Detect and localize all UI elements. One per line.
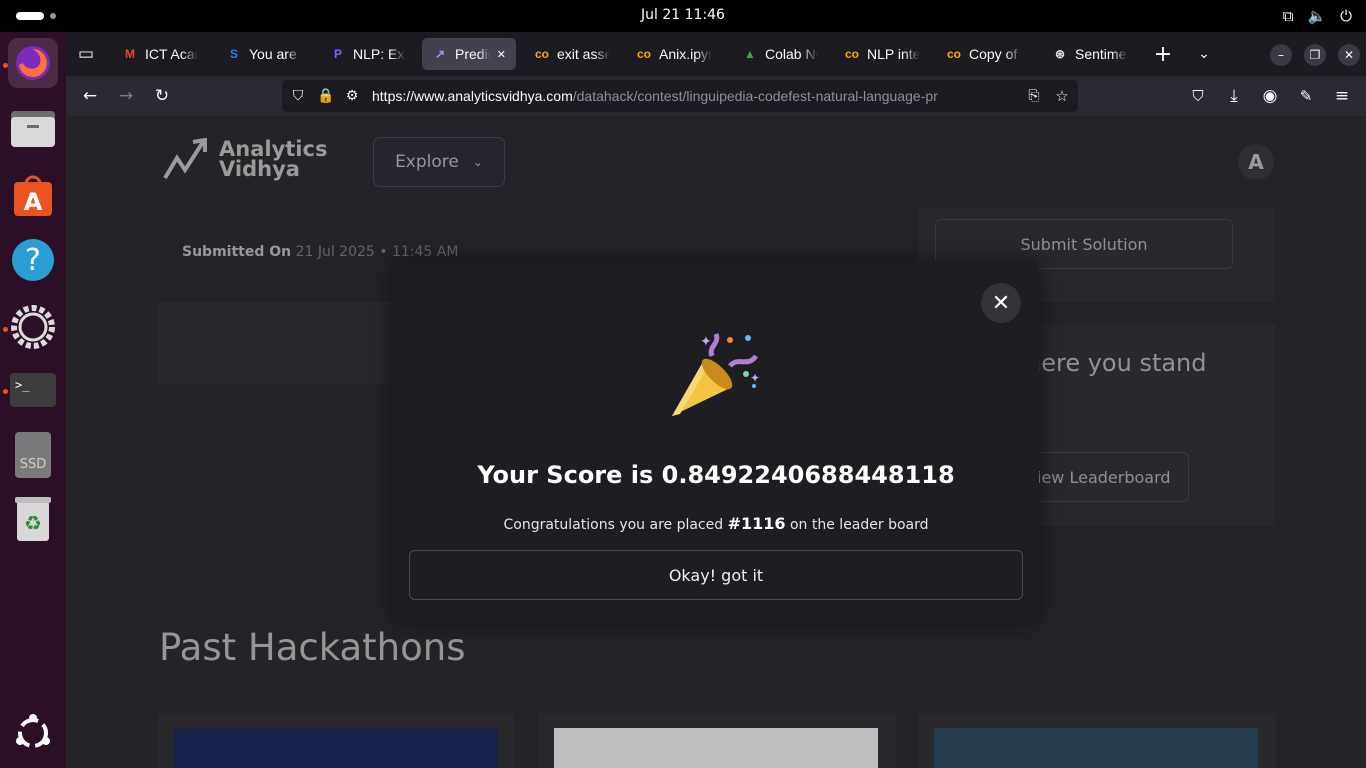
system-top-bar: Jul 21 11:46 ⧉ 🔈 ⏻ <box>0 0 1366 32</box>
bookmark-star-icon[interactable]: ☆ <box>1050 84 1074 108</box>
browser-tab[interactable]: co Copy of f <box>936 38 1032 70</box>
score-text: Your Score is 0.8492240688448118 <box>477 461 955 489</box>
okay-got-it-button[interactable]: Okay! got it <box>409 550 1023 600</box>
pocket-icon[interactable]: ⛉ <box>1186 84 1210 108</box>
firefox-icon[interactable] <box>8 38 58 88</box>
tab-favicon-icon: co <box>534 47 549 61</box>
tab-label: Colab No <box>765 46 818 62</box>
tab-favicon-icon: ↗ <box>434 47 446 61</box>
tab-label: exit asse <box>557 46 610 62</box>
browser-tab[interactable]: S You are s <box>216 38 312 70</box>
maximize-button[interactable]: ❐ <box>1304 44 1326 66</box>
system-tray[interactable]: ⧉ 🔈 ⏻ <box>1283 7 1352 25</box>
tab-favicon-icon: S <box>229 47 238 61</box>
settings-icon[interactable] <box>8 302 58 352</box>
ssd-drive-icon[interactable]: SSD <box>8 430 58 480</box>
svg-text:A: A <box>24 188 43 216</box>
tab-label: Anix.ipyn <box>659 46 712 62</box>
back-button[interactable]: ← <box>78 84 102 108</box>
close-icon[interactable]: ✕ <box>981 283 1021 323</box>
extensions-icon[interactable]: ✎ <box>1294 84 1318 108</box>
browser-tab[interactable]: M ICT Academy <box>112 38 208 70</box>
tab-favicon-icon: co <box>844 47 859 61</box>
close-window-button[interactable]: ✕ <box>1338 44 1360 66</box>
network-icon[interactable]: ⧉ <box>1283 7 1294 25</box>
minimize-button[interactable]: – <box>1270 44 1292 66</box>
trash-icon[interactable]: ♻ <box>8 494 58 544</box>
firefox-window: ▭ M ICT Academy S You are s P NLP: Exit ↗ Predi… <box>66 32 1366 768</box>
new-tab-button[interactable]: + <box>1151 42 1175 67</box>
svg-text:✦: ✦ <box>700 334 712 350</box>
url-host: https://www.analyticsvidhya.com <box>372 88 573 104</box>
ubuntu-dock: A ? >_ SSD ♻ <box>0 32 66 768</box>
browser-tab[interactable]: ⊛ Sentimen <box>1042 38 1138 70</box>
svg-text:?: ? <box>25 243 41 278</box>
web-page: Analytics Vidhya Explore ⌄ A Submitted On … <box>66 116 1366 768</box>
score-modal: ✕ ✦ ✦ Your Score is 0.8492240688448118 C… <box>393 261 1039 624</box>
close-tab-icon[interactable]: ✕ <box>497 48 506 61</box>
tab-label: ICT Academy <box>145 46 198 62</box>
browser-tab[interactable]: ↗ Predict ✕ <box>422 38 516 70</box>
forward-button[interactable]: → <box>114 84 138 108</box>
url-path: /datahack/contest/linguipedia-codefest-n… <box>572 88 938 104</box>
tracking-shield-icon[interactable]: ⛉ <box>286 84 310 108</box>
files-icon[interactable] <box>8 104 58 154</box>
tab-favicon-icon: M <box>125 47 135 61</box>
browser-tab[interactable]: co Anix.ipyn <box>626 38 722 70</box>
svg-text:♻: ♻ <box>24 511 42 535</box>
tab-overview-icon[interactable]: ▭ <box>74 42 98 66</box>
svg-text:✦: ✦ <box>750 371 760 385</box>
show-apps-icon[interactable] <box>8 708 58 758</box>
system-clock[interactable]: Jul 21 11:46 <box>0 7 1366 23</box>
downloads-icon[interactable]: ⤓ <box>1222 84 1246 108</box>
power-icon[interactable]: ⏻ <box>1340 7 1352 25</box>
party-popper-icon: ✦ ✦ <box>672 333 760 416</box>
tab-label: Predict <box>455 46 490 62</box>
list-tabs-chevron-icon[interactable]: ⌄ <box>1192 42 1216 66</box>
tab-label: NLP inter <box>867 46 920 62</box>
tab-favicon-icon: ⊛ <box>1054 47 1066 61</box>
permissions-icon[interactable]: ⚙ <box>340 84 364 108</box>
tab-label: Copy of f <box>969 46 1022 62</box>
tab-favicon-icon: P <box>333 47 342 61</box>
terminal-icon[interactable]: >_ <box>8 365 58 415</box>
rank-value: #1116 <box>727 514 786 533</box>
rank-message-suffix: on the leader board <box>789 517 929 533</box>
reload-button[interactable]: ↻ <box>150 84 174 108</box>
url-text[interactable]: https://www.analyticsvidhya.com/datahack… <box>372 88 1022 104</box>
tab-favicon-icon: co <box>946 47 961 61</box>
rank-message-prefix: Congratulations you are placed <box>503 517 724 533</box>
volume-icon[interactable]: 🔈 <box>1307 7 1326 25</box>
tab-label: Sentimen <box>1075 46 1128 62</box>
browser-tab[interactable]: ▲ Colab No <box>732 38 828 70</box>
browser-tab[interactable]: co exit asse <box>524 38 620 70</box>
app-center-icon[interactable]: A <box>8 170 58 220</box>
tab-label: NLP: Exit <box>353 46 406 62</box>
ssd-label: SSD <box>20 457 47 472</box>
tab-label: You are s <box>249 46 302 62</box>
reader-view-icon[interactable]: ⎘ <box>1022 84 1046 108</box>
browser-tab[interactable]: P NLP: Exit <box>320 38 416 70</box>
tab-favicon-icon: co <box>636 47 651 61</box>
tab-favicon-icon: ▲ <box>744 47 756 61</box>
lock-icon[interactable]: 🔒 <box>314 84 338 108</box>
rank-message: Congratulations you are placed #1116 on … <box>393 514 1039 533</box>
account-icon[interactable]: ◉ <box>1258 84 1282 108</box>
browser-tab[interactable]: co NLP inter <box>834 38 930 70</box>
menu-icon[interactable]: ≡ <box>1330 84 1354 108</box>
address-bar[interactable]: ⛉ 🔒 ⚙ https://www.analyticsvidhya.com/da… <box>282 80 1078 112</box>
help-icon[interactable]: ? <box>8 235 58 285</box>
svg-text:>_: >_ <box>15 378 30 392</box>
tab-strip: ▭ M ICT Academy S You are s P NLP: Exit ↗ Predi… <box>66 32 1366 76</box>
navigation-toolbar: ← → ↻ ⛉ 🔒 ⚙ https://www.analyticsvidhya.… <box>66 76 1366 116</box>
